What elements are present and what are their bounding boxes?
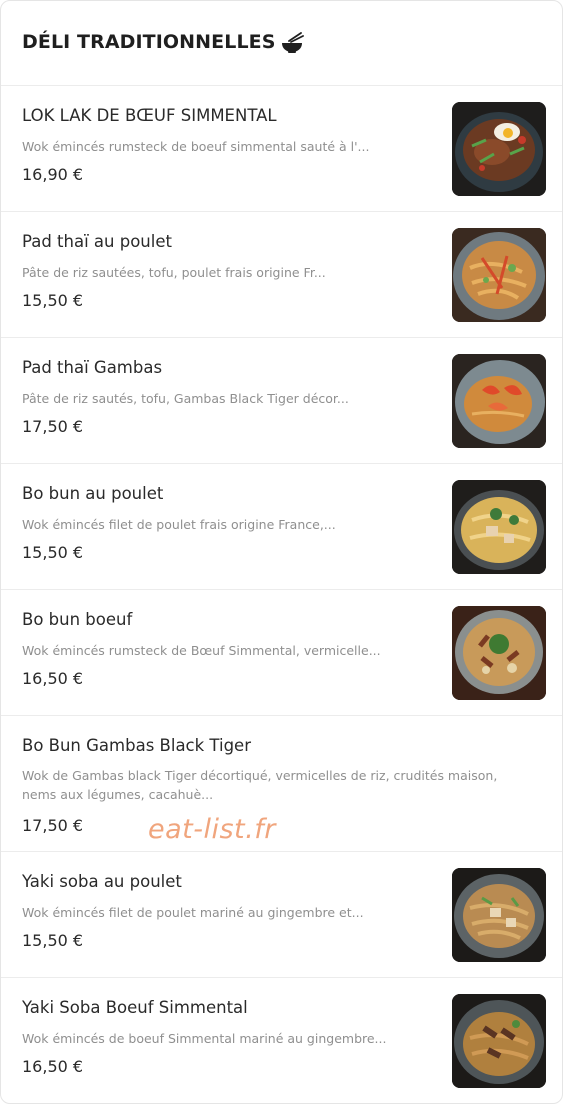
item-description: Wok émincés rumsteck de boeuf simmental …	[22, 139, 370, 154]
noodle-bowl-icon	[280, 32, 304, 54]
menu-item[interactable]: LOK LAK DE BŒUF SIMMENTAL Wok émincés ru…	[1, 86, 562, 212]
pad-thai-chicken-photo[interactable]	[452, 228, 546, 322]
lok-lak-dish-photo[interactable]	[452, 102, 546, 196]
menu-section-card: DÉLI TRADITIONNELLES LOK LAK DE BŒUF SIM…	[0, 0, 563, 1104]
menu-item[interactable]: Yaki soba au poulet Wok émincés filet de…	[1, 852, 562, 978]
item-description: Wok émincés de boeuf Simmental mariné au…	[22, 1031, 387, 1046]
menu-item[interactable]: Pad thaï Gambas Pâte de riz sautés, tofu…	[1, 338, 562, 464]
item-description: Wok émincés rumsteck de Bœuf Simmental, …	[22, 643, 381, 658]
watermark-text: eat-list.fr	[148, 814, 276, 845]
menu-item[interactable]: Bo bun boeuf Wok émincés rumsteck de Bœu…	[1, 590, 562, 716]
item-description: Wok de Gambas black Tiger décortiqué, ve…	[22, 768, 498, 802]
section-header: DÉLI TRADITIONNELLES	[1, 1, 562, 86]
item-description: Wok émincés filet de poulet mariné au gi…	[22, 905, 364, 920]
yaki-soba-beef-photo[interactable]	[452, 994, 546, 1088]
yaki-soba-chicken-photo[interactable]	[452, 868, 546, 962]
menu-item[interactable]: Bo Bun Gambas Black Tiger Wok de Gambas …	[1, 716, 562, 852]
menu-item[interactable]: Bo bun au poulet Wok émincés filet de po…	[1, 464, 562, 590]
bo-bun-chicken-photo[interactable]	[452, 480, 546, 574]
item-price: 17,50 €	[22, 816, 84, 835]
menu-item[interactable]: Yaki Soba Boeuf Simmental Wok émincés de…	[1, 978, 562, 1103]
bo-bun-beef-photo[interactable]	[452, 606, 546, 700]
menu-item[interactable]: Pad thaï au poulet Pâte de riz sautées, …	[1, 212, 562, 338]
item-description: Pâte de riz sautées, tofu, poulet frais …	[22, 265, 326, 280]
section-title: DÉLI TRADITIONNELLES	[22, 31, 276, 53]
pad-thai-prawns-photo[interactable]	[452, 354, 546, 448]
item-name: Bo Bun Gambas Black Tiger	[22, 736, 251, 755]
item-description: Pâte de riz sautés, tofu, Gambas Black T…	[22, 391, 349, 406]
item-description: Wok émincés filet de poulet frais origin…	[22, 517, 336, 532]
